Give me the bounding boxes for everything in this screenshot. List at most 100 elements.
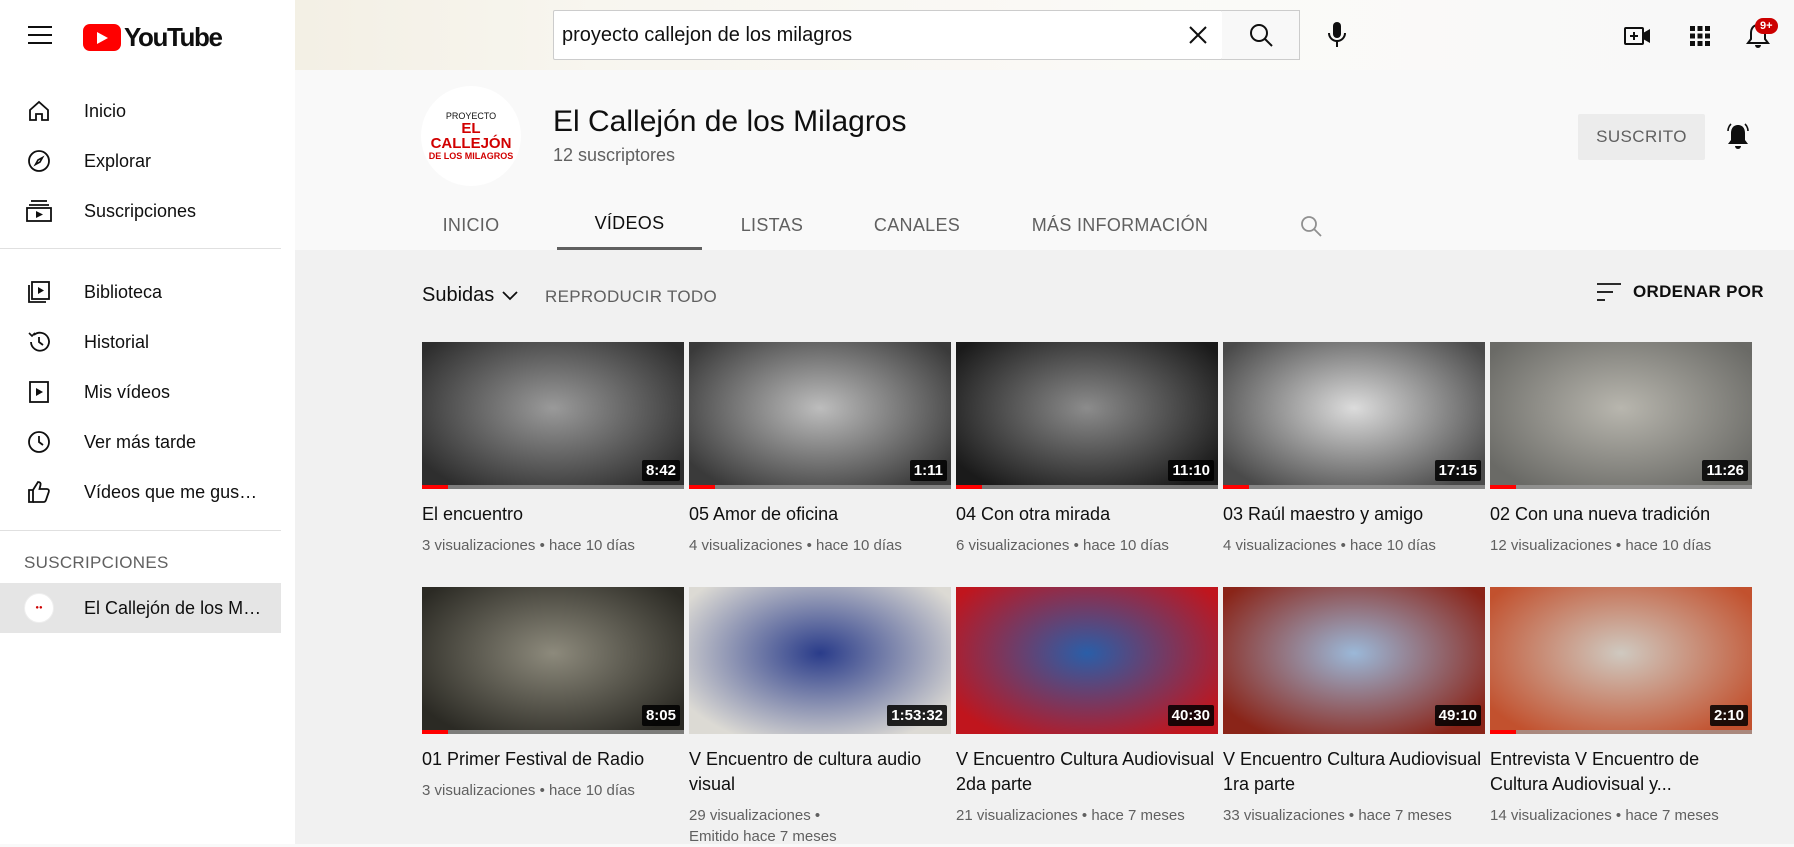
video-meta: 4 visualizaciones • hace 10 días	[1223, 537, 1436, 554]
notification-badge: 9+	[1755, 18, 1778, 34]
tab-listas[interactable]: LISTAS	[717, 200, 827, 250]
video-card[interactable]: 2:10 Entrevista V Encuentro de Cultura A…	[1490, 587, 1752, 826]
sidebar-item-inicio[interactable]: Inicio	[0, 86, 281, 136]
video-card[interactable]: 17:15 03 Raúl maestro y amigo 4 visualiz…	[1223, 342, 1485, 556]
video-duration: 40:30	[1167, 705, 1214, 726]
search-input[interactable]	[554, 11, 1174, 59]
menu-icon[interactable]	[22, 17, 58, 53]
sidebar-item-historial[interactable]: Historial	[0, 317, 281, 367]
video-card[interactable]: 8:42 El encuentro 3 visualizaciones • ha…	[422, 342, 684, 556]
filter-label: Subidas	[422, 284, 495, 306]
video-thumbnail[interactable]: 1:53:32	[689, 587, 951, 734]
video-duration: 2:10	[1709, 705, 1748, 726]
tab-canales[interactable]: CANALES	[852, 200, 982, 250]
video-card[interactable]: 11:10 04 Con otra mirada 6 visualizacion…	[956, 342, 1218, 556]
video-title[interactable]: 03 Raúl maestro y amigo	[1223, 502, 1485, 527]
video-card[interactable]: 49:10 V Encuentro Cultura Audiovisual 1r…	[1223, 587, 1485, 826]
video-title[interactable]: Entrevista V Encuentro de Cultura Audiov…	[1490, 747, 1752, 797]
sidebar: Inicio Explorar Suscripciones Biblioteca…	[0, 70, 295, 844]
sidebar-item-label: El Callejón de los Milagros	[84, 597, 262, 618]
apps-icon[interactable]	[1680, 16, 1720, 56]
sidebar-item-mis-videos[interactable]: Mis vídeos	[0, 367, 281, 417]
video-thumbnail[interactable]: 49:10	[1223, 587, 1485, 734]
video-meta: 3 visualizaciones • hace 10 días	[422, 782, 635, 799]
video-title[interactable]: 05 Amor de oficina	[689, 502, 951, 527]
library-icon	[24, 277, 54, 307]
notification-bell-icon[interactable]	[1719, 118, 1757, 156]
sidebar-item-subscription-channel[interactable]: ●● El Callejón de los Milagros	[0, 583, 281, 633]
subscriber-count: 12 suscriptores	[553, 145, 676, 165]
video-card[interactable]: 1:53:32 V Encuentro de cultura audio vis…	[689, 587, 951, 847]
video-thumbnail[interactable]: 11:10	[956, 342, 1218, 489]
sidebar-divider	[0, 530, 281, 531]
upload-age: hace 10 días	[1083, 537, 1169, 554]
uploads-filter-dropdown[interactable]: Subidas	[422, 284, 518, 307]
search-box[interactable]	[553, 10, 1223, 60]
tab-inicio[interactable]: INICIO	[421, 200, 521, 250]
video-meta: 21 visualizaciones • hace 7 meses	[956, 807, 1185, 824]
view-count: 21 visualizaciones	[956, 807, 1078, 824]
video-thumbnail[interactable]: 8:42	[422, 342, 684, 489]
video-duration: 11:26	[1702, 460, 1748, 481]
subscribed-button[interactable]: SUSCRITO	[1578, 114, 1705, 160]
view-count: 12 visualizaciones	[1490, 537, 1612, 554]
video-thumbnail[interactable]: 40:30	[956, 587, 1218, 734]
search-button[interactable]	[1222, 10, 1300, 60]
video-title[interactable]: V Encuentro Cultura Audiovisual 1ra part…	[1223, 747, 1485, 797]
video-card[interactable]: 1:11 05 Amor de oficina 4 visualizacione…	[689, 342, 951, 556]
video-title[interactable]: El encuentro	[422, 502, 684, 527]
video-duration: 1:53:32	[887, 705, 947, 726]
sort-button[interactable]: ORDENAR POR	[1597, 282, 1764, 302]
sidebar-item-suscripciones[interactable]: Suscripciones	[0, 186, 281, 236]
video-meta: 3 visualizaciones • hace 10 días	[422, 537, 635, 554]
video-duration: 8:42	[641, 460, 680, 481]
view-count: 4 visualizaciones	[689, 537, 803, 554]
watch-progress-bar	[422, 485, 684, 489]
thumbs-up-icon	[24, 477, 54, 507]
search-icon	[1249, 24, 1273, 47]
video-thumbnail[interactable]: 17:15	[1223, 342, 1485, 489]
sidebar-item-label: Suscripciones	[84, 200, 197, 221]
play-all-button[interactable]: REPRODUCIR TODO	[545, 287, 717, 307]
sidebar-item-label: Explorar	[84, 150, 152, 171]
video-thumbnail[interactable]: 2:10	[1490, 587, 1752, 734]
view-count: 29 visualizaciones	[689, 807, 811, 824]
sidebar-item-label: Inicio	[84, 100, 127, 121]
tab-videos[interactable]: VÍDEOS	[557, 200, 702, 250]
upload-age: hace 7 meses	[1358, 807, 1452, 824]
video-title[interactable]: 01 Primer Festival de Radio	[422, 747, 684, 772]
mic-icon[interactable]	[1316, 14, 1358, 56]
sidebar-item-explorar[interactable]: Explorar	[0, 136, 281, 186]
watch-progress-bar	[956, 485, 1218, 489]
sidebar-item-label: Vídeos que me gustan	[84, 481, 262, 502]
channel-avatar[interactable]: PROYECTO EL CALLEJÓN DE LOS MILAGROS	[421, 86, 521, 186]
sidebar-item-videos-que-me-gustan[interactable]: Vídeos que me gustan	[0, 467, 281, 517]
video-title[interactable]: 04 Con otra mirada	[956, 502, 1218, 527]
video-thumbnail[interactable]: 8:05	[422, 587, 684, 734]
youtube-logo[interactable]: YouTube	[83, 22, 223, 53]
video-title[interactable]: V Encuentro de cultura audio visual	[689, 747, 951, 797]
video-card[interactable]: 40:30 V Encuentro Cultura Audiovisual 2d…	[956, 587, 1218, 826]
watch-progress-bar	[1223, 485, 1485, 489]
close-icon[interactable]	[1174, 11, 1222, 59]
video-thumbnail[interactable]: 1:11	[689, 342, 951, 489]
history-icon	[24, 327, 54, 357]
video-thumbnail[interactable]: 11:26	[1490, 342, 1752, 489]
sidebar-item-biblioteca[interactable]: Biblioteca	[0, 267, 281, 317]
channel-search-icon[interactable]	[1295, 210, 1327, 242]
tab-mas-informacion[interactable]: MÁS INFORMACIÓN	[1015, 200, 1225, 250]
video-card[interactable]: 11:26 02 Con una nueva tradición 12 visu…	[1490, 342, 1752, 556]
video-title[interactable]: 02 Con una nueva tradición	[1490, 502, 1752, 527]
sidebar-item-label: Historial	[84, 331, 150, 352]
sidebar-item-ver-mas-tarde[interactable]: Ver más tarde	[0, 417, 281, 467]
upload-age: hace 10 días	[549, 782, 635, 799]
clock-icon	[24, 427, 54, 457]
subscriptions-icon	[24, 196, 54, 226]
view-count: 6 visualizaciones	[956, 537, 1070, 554]
upload-age: hace 10 días	[1350, 537, 1436, 554]
upload-age: hace 7 meses	[1625, 807, 1719, 824]
create-video-icon[interactable]	[1618, 16, 1658, 56]
video-title[interactable]: V Encuentro Cultura Audiovisual 2da part…	[956, 747, 1218, 797]
video-card[interactable]: 8:05 01 Primer Festival de Radio 3 visua…	[422, 587, 684, 801]
video-meta: 4 visualizaciones • hace 10 días	[689, 537, 902, 554]
